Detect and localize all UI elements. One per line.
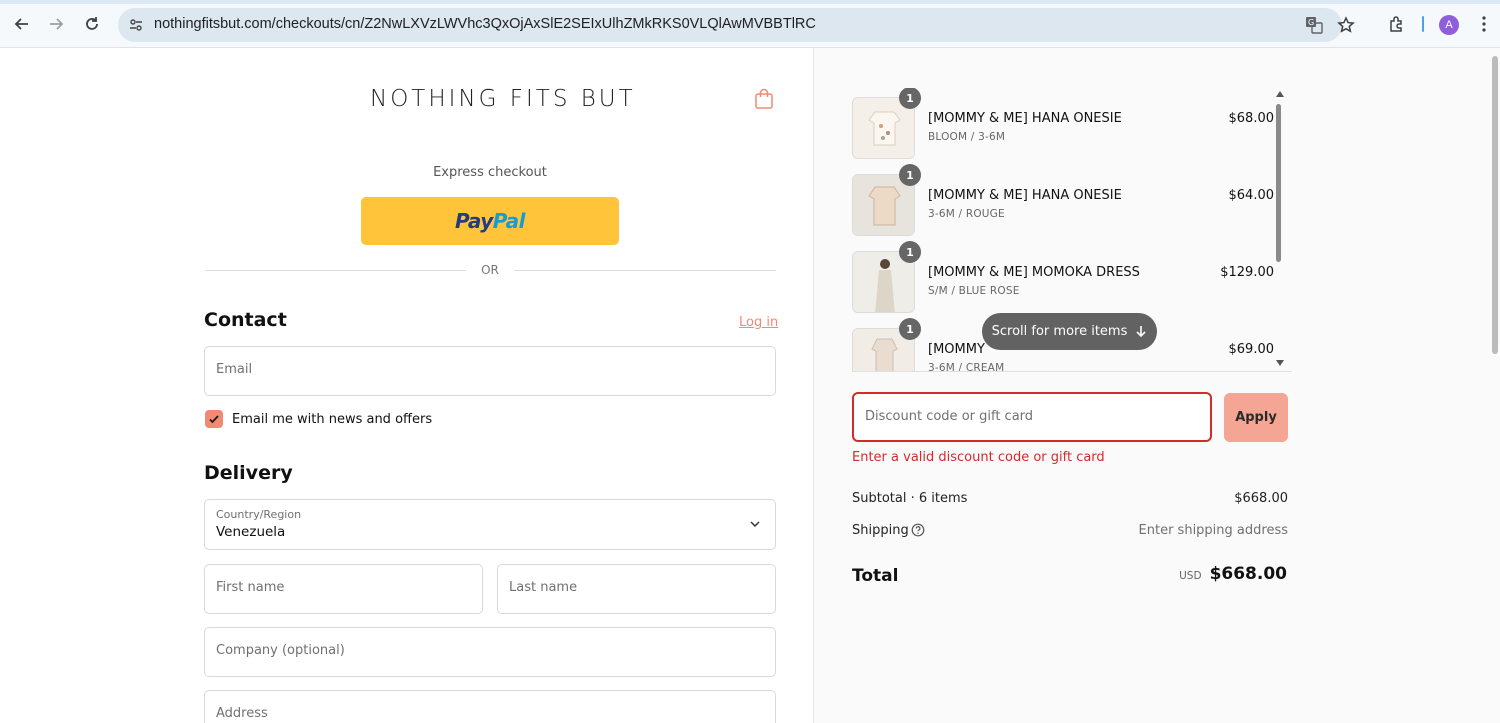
shipping-label: Shipping <box>852 523 909 538</box>
paypal-text-pal: Pal <box>492 209 526 233</box>
arrow-down-icon <box>1136 326 1146 338</box>
toolbar-separator <box>1422 16 1424 32</box>
checkout-form-panel: NOTHING FITS BUT Express checkout Pay Pal… <box>0 48 813 723</box>
apply-button[interactable]: Apply <box>1224 393 1288 442</box>
quantity-badge: 1 <box>899 164 921 186</box>
discount-placeholder: Discount code or gift card <box>865 409 1034 424</box>
reload-icon[interactable] <box>80 12 104 36</box>
scroll-for-more-button[interactable]: Scroll for more items <box>982 313 1157 350</box>
translate-icon[interactable]: G <box>1304 15 1324 35</box>
item-name: [MOMMY & ME] HANA ONESIE <box>928 111 1122 126</box>
extensions-icon[interactable] <box>1385 12 1409 36</box>
item-variant: S/M / BLUE ROSE <box>928 285 1020 297</box>
total-amount: USD $668.00 <box>1179 564 1287 584</box>
help-circle-icon[interactable] <box>911 523 925 537</box>
url-text[interactable]: nothingfitsbut.com/checkouts/cn/Z2NwLXVz… <box>154 16 816 32</box>
item-name: [MOMMY <box>928 342 985 357</box>
shipping-row: Shipping Enter shipping address <box>852 523 1288 538</box>
item-price: $69.00 <box>1228 342 1275 357</box>
or-divider-label: OR <box>481 263 499 277</box>
country-label: Country/Region <box>216 508 302 521</box>
subtotal-label: Subtotal · 6 items <box>852 491 968 506</box>
tab-strip-edge <box>0 0 1500 4</box>
total-label: Total <box>852 566 899 586</box>
item-variant: 3-6M / ROUGE <box>928 208 1005 220</box>
quantity-badge: 1 <box>899 88 921 109</box>
cart-item: 1 [MOMMY & ME] HANA ONESIE BLOOM / 3-6M … <box>852 88 1292 159</box>
item-name: [MOMMY & ME] HANA ONESIE <box>928 188 1122 203</box>
browser-toolbar: nothingfitsbut.com/checkouts/cn/Z2NwLXVz… <box>0 0 1500 48</box>
total-value: $668.00 <box>1209 564 1287 584</box>
site-settings-icon[interactable] <box>126 15 146 35</box>
address-field[interactable]: Address <box>204 690 776 723</box>
quantity-badge: 1 <box>899 241 921 263</box>
item-price: $64.00 <box>1228 188 1275 203</box>
item-variant: 3-6M / CREAM <box>928 362 1005 372</box>
last-name-field[interactable]: Last name <box>497 564 776 614</box>
country-select[interactable]: Country/Region Venezuela <box>204 499 776 550</box>
shipping-value: Enter shipping address <box>1138 523 1288 538</box>
delivery-heading: Delivery <box>204 462 293 484</box>
first-name-placeholder: First name <box>216 580 285 595</box>
paypal-text-pay: Pay <box>454 209 493 233</box>
newsletter-checkbox[interactable] <box>205 410 223 428</box>
email-placeholder: Email <box>216 362 253 377</box>
cart-item: 1 [MOMMY & ME] HANA ONESIE 3-6M / ROUGE … <box>852 164 1292 236</box>
svg-text:G: G <box>1308 18 1314 27</box>
paypal-button[interactable]: Pay Pal <box>361 197 619 245</box>
page-scrollbar-thumb[interactable] <box>1492 56 1498 354</box>
cart-scrollbar-thumb[interactable] <box>1276 104 1281 262</box>
chevron-down-icon <box>750 521 760 528</box>
divider-right <box>514 270 776 271</box>
scroll-hint-label: Scroll for more items <box>991 324 1128 339</box>
shopping-bag-icon[interactable] <box>754 88 774 110</box>
order-summary-panel: 1 [MOMMY & ME] HANA ONESIE BLOOM / 3-6M … <box>813 48 1500 723</box>
log-in-link[interactable]: Log in <box>739 315 778 330</box>
scroll-down-arrow-icon[interactable] <box>1275 359 1285 367</box>
subtotal-row: Subtotal · 6 items $668.00 <box>852 491 1288 506</box>
subtotal-value: $668.00 <box>1234 491 1288 506</box>
cart-item: 1 [MOMMY & ME] MOMOKA DRESS S/M / BLUE R… <box>852 241 1292 313</box>
profile-avatar[interactable]: A <box>1439 15 1459 35</box>
last-name-placeholder: Last name <box>509 580 578 595</box>
newsletter-label[interactable]: Email me with news and offers <box>232 412 432 427</box>
first-name-field[interactable]: First name <box>204 564 483 614</box>
menu-dots-icon[interactable] <box>1472 12 1496 36</box>
discount-error-message: Enter a valid discount code or gift card <box>852 450 1105 465</box>
item-price: $129.00 <box>1220 265 1274 280</box>
discount-code-field[interactable]: Discount code or gift card <box>852 392 1212 442</box>
email-field[interactable]: Email <box>204 346 776 396</box>
store-logo[interactable]: NOTHING FITS BUT <box>370 86 636 112</box>
address-placeholder: Address <box>216 706 268 721</box>
country-value: Venezuela <box>216 524 286 540</box>
divider-left <box>205 270 466 271</box>
checkmark-icon <box>209 415 219 424</box>
item-name: [MOMMY & ME] MOMOKA DRESS <box>928 265 1140 280</box>
company-field[interactable]: Company (optional) <box>204 627 776 677</box>
address-bar[interactable]: nothingfitsbut.com/checkouts/cn/Z2NwLXVz… <box>118 8 1355 42</box>
forward-arrow-icon[interactable] <box>44 12 68 36</box>
currency-code: USD <box>1179 570 1202 582</box>
company-placeholder: Company (optional) <box>216 643 345 658</box>
star-icon[interactable] <box>1336 15 1356 35</box>
item-variant: BLOOM / 3-6M <box>928 131 1006 143</box>
quantity-badge: 1 <box>899 318 921 340</box>
back-arrow-icon[interactable] <box>10 12 34 36</box>
item-price: $68.00 <box>1228 111 1275 126</box>
scroll-up-arrow-icon[interactable] <box>1275 90 1285 98</box>
contact-heading: Contact <box>204 309 287 331</box>
express-checkout-label: Express checkout <box>433 165 547 180</box>
